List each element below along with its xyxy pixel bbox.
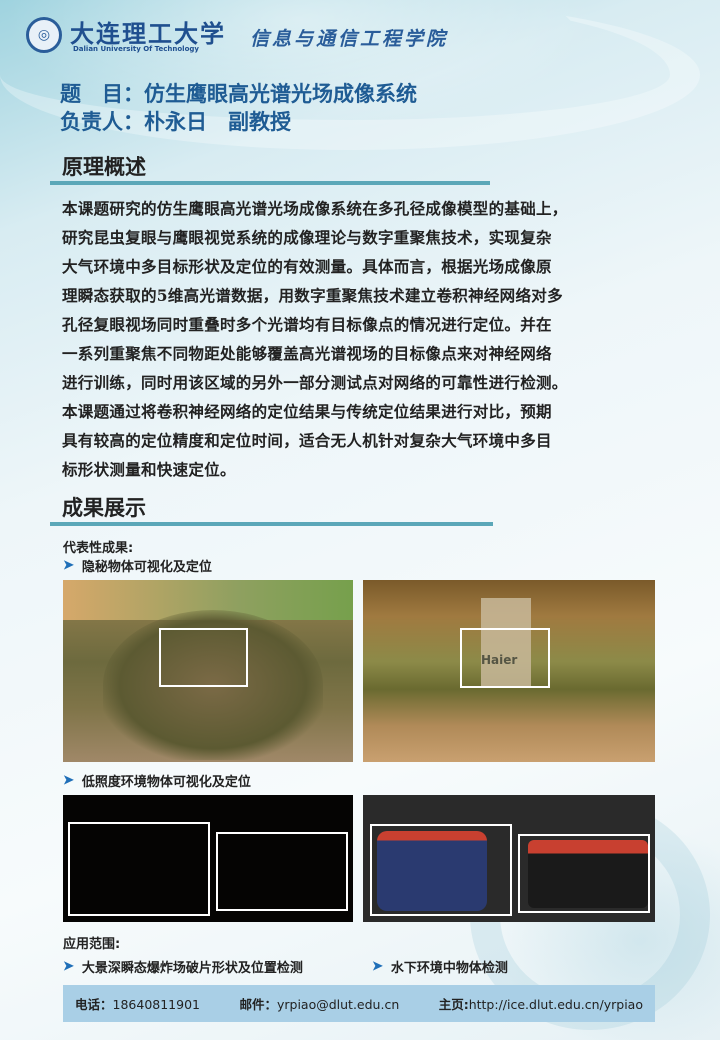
target-box <box>370 824 512 916</box>
results-heading: 成果展示 <box>62 496 146 520</box>
principle-line: 进行训练，同时用该区域的另外一部分测试点对网络的可靠性进行检测。 <box>62 373 568 392</box>
email-label: 邮件： <box>239 997 277 1012</box>
arrow-icon: ➤ <box>372 959 383 974</box>
university-name: 大连理工大学 <box>70 19 226 48</box>
email-value[interactable]: yrpiao@dlut.edu.cn <box>277 997 399 1012</box>
university-name-en: Dalian University Of Technology <box>73 45 199 53</box>
photo-enhanced <box>363 795 655 922</box>
contact-footer: 电话：18640811901 邮件：yrpiao@dlut.edu.cn 主页:… <box>63 985 655 1022</box>
principle-line: 一系列重聚焦不同物距处能够覆盖高光谱视场的目标像点来对神经网络 <box>62 344 552 363</box>
application-item-label: 大景深瞬态爆炸场破片形状及位置检测 <box>81 961 303 976</box>
principle-body: 本课题研究的仿生鹰眼高光谱光场成像系统在多孔径成像模型的基础上， 研究昆虫复眼与鹰… <box>62 194 672 484</box>
principle-line: 标形状测量和快速定位。 <box>62 460 236 479</box>
principle-line: 大气环境中多目标形状及定位的有效测量。具体而言，根据光场成像原 <box>62 257 552 276</box>
college-name: 信息与通信工程学院 <box>250 28 449 50</box>
project-lead: 负责人：朴永日 副教授 <box>60 106 291 136</box>
title-value: 仿生鹰眼高光谱光场成像系统 <box>144 82 417 106</box>
application-item: ➤ 水下环境中物体检测 <box>372 957 508 976</box>
homepage-label: 主页: <box>438 997 469 1012</box>
principle-line: 研究昆虫复眼与鹰眼视觉系统的成像理论与数字重聚焦技术，实现复杂 <box>62 228 552 247</box>
project-title: 题 目：仿生鹰眼高光谱光场成像系统 <box>60 78 417 108</box>
result-item: ➤ 低照度环境物体可视化及定位 <box>63 771 251 790</box>
phone-value: 18640811901 <box>112 997 200 1012</box>
result-item: ➤ 隐秘物体可视化及定位 <box>63 556 212 575</box>
lead-value: 朴永日 副教授 <box>144 110 291 134</box>
arrow-icon: ➤ <box>63 959 74 974</box>
principle-line: 具有较高的定位精度和定位时间，适合无人机针对复杂大气环境中多目 <box>62 431 552 450</box>
target-box <box>518 834 650 913</box>
principle-line: 本课题研究的仿生鹰眼高光谱光场成像系统在多孔径成像模型的基础上， <box>62 199 568 218</box>
section-divider <box>50 522 493 526</box>
principle-line: 本课题通过将卷积神经网络的定位结果与传统定位结果进行对比，预期 <box>62 402 552 421</box>
contact-email[interactable]: 邮件：yrpiao@dlut.edu.cn <box>239 994 399 1013</box>
result-item-label: 低照度环境物体可视化及定位 <box>81 775 251 790</box>
lead-label: 负责人： <box>60 110 144 134</box>
target-box <box>68 822 210 916</box>
results-subheading: 代表性成果: <box>63 541 134 556</box>
application-item: ➤ 大景深瞬态爆炸场破片形状及位置检测 <box>63 957 303 976</box>
principle-heading: 原理概述 <box>62 155 146 179</box>
contact-phone: 电话：18640811901 <box>75 994 200 1013</box>
arrow-icon: ➤ <box>63 558 74 573</box>
photo-lowlight <box>63 795 353 922</box>
phone-label: 电话： <box>75 997 113 1012</box>
photo-refocused: Haier <box>363 580 655 762</box>
target-box <box>159 628 248 687</box>
contact-homepage[interactable]: 主页:http://ice.dlut.edu.cn/yrpiao <box>439 994 643 1013</box>
target-box <box>216 832 348 911</box>
section-divider <box>50 181 490 185</box>
title-label: 题 目： <box>60 82 144 106</box>
application-item-label: 水下环境中物体检测 <box>390 961 508 976</box>
university-logo: ◎ <box>26 17 62 53</box>
arrow-icon: ➤ <box>63 773 74 788</box>
applications-heading: 应用范围: <box>63 937 121 952</box>
result-item-label: 隐秘物体可视化及定位 <box>81 560 212 575</box>
principle-line: 孔径复眼视场同时重叠时多个光谱均有目标像点的情况进行定位。并在 <box>62 315 552 334</box>
homepage-value[interactable]: http://ice.dlut.edu.cn/yrpiao <box>469 997 643 1012</box>
principle-line: 理瞬态获取的5维高光谱数据，用数字重聚焦技术建立卷积神经网络对多 <box>62 286 563 305</box>
target-box <box>460 628 550 688</box>
photo-bush <box>63 580 353 762</box>
